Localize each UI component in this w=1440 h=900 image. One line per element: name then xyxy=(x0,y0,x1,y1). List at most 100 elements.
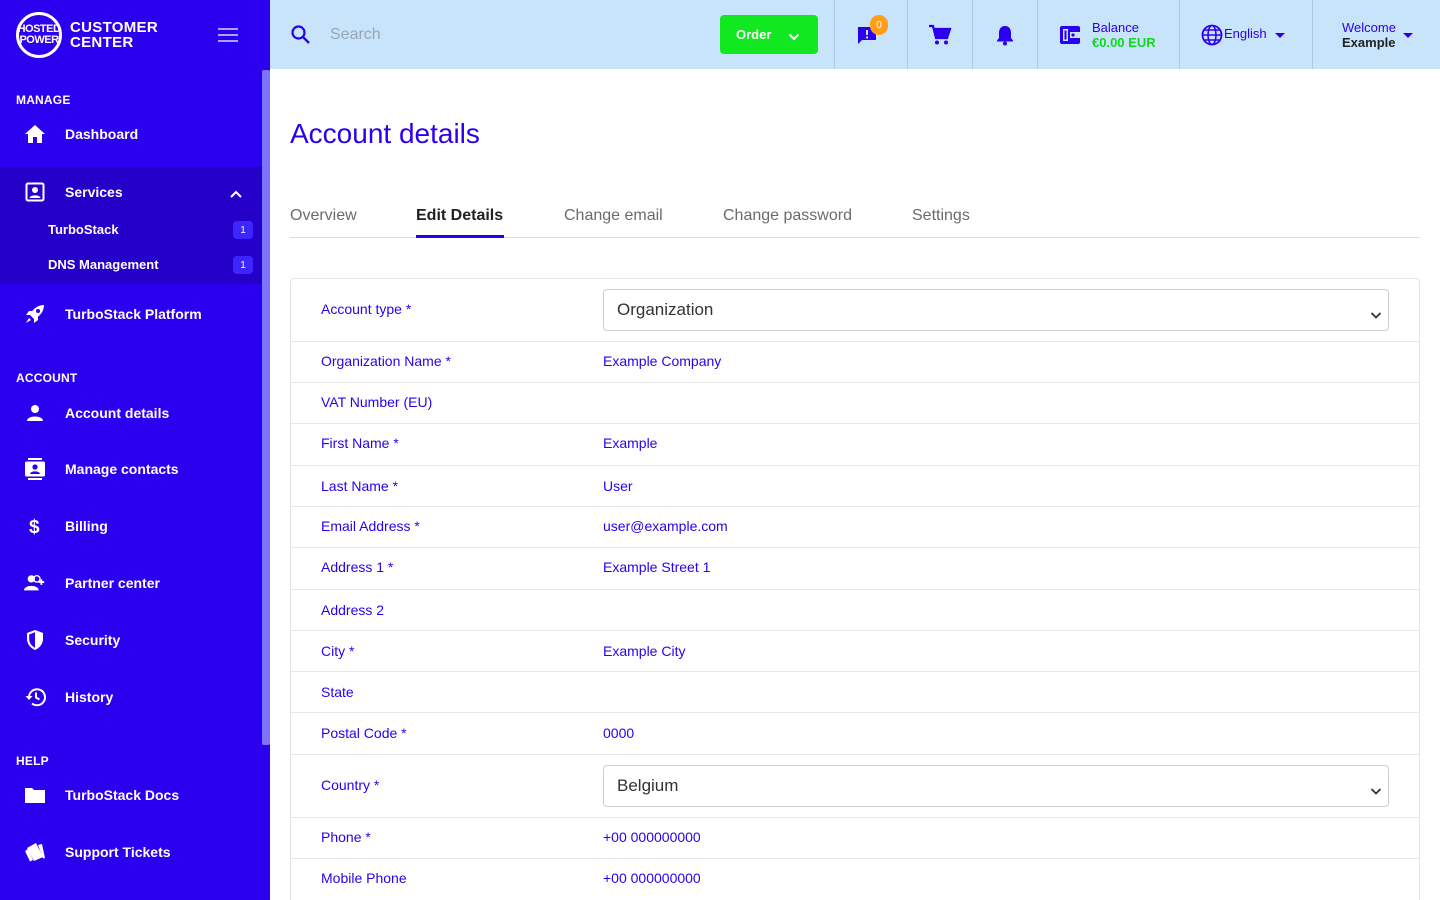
form-row-vat-number: VAT Number (EU) xyxy=(291,383,1419,424)
notifications-bell-icon[interactable] xyxy=(995,24,1015,51)
form-row-account-type: Account type * Organization xyxy=(291,279,1419,342)
tab-change-email[interactable]: Change email xyxy=(564,207,663,225)
tickets-icon xyxy=(24,841,46,863)
dollar-icon: $ xyxy=(24,515,46,537)
sidebar-subitem-label: DNS Management xyxy=(48,257,159,272)
tab-settings[interactable]: Settings xyxy=(912,207,970,225)
sidebar-item-manage-contacts[interactable]: Manage contacts xyxy=(0,444,262,494)
form-row-city: City * Example City xyxy=(291,631,1419,672)
add-person-icon xyxy=(24,572,46,594)
section-account: ACCOUNT xyxy=(16,371,78,385)
last-name-value[interactable]: User xyxy=(603,478,633,494)
contacts-icon xyxy=(24,458,46,480)
cart-icon[interactable] xyxy=(928,24,952,51)
form-row-phone: Phone * +00 000000000 xyxy=(291,818,1419,859)
sidebar-item-turbostack-docs[interactable]: TurboStack Docs xyxy=(0,770,262,820)
first-name-value[interactable]: Example xyxy=(603,435,657,451)
account-type-label: Account type * xyxy=(321,301,412,317)
section-help: HELP xyxy=(16,754,49,768)
sidebar-item-label: Billing xyxy=(65,518,108,534)
organization-name-label: Organization Name * xyxy=(321,353,451,369)
email-label: Email Address * xyxy=(321,518,420,534)
country-select[interactable]: Belgium xyxy=(603,765,1389,807)
welcome-label: Welcome xyxy=(1342,20,1396,35)
topbar-divider xyxy=(972,0,973,69)
order-button-label: Order xyxy=(736,27,772,42)
first-name-label: First Name * xyxy=(321,435,399,451)
topbar-divider xyxy=(834,0,835,69)
organization-name-value[interactable]: Example Company xyxy=(603,353,721,369)
last-name-label: Last Name * xyxy=(321,478,399,494)
brand-title: CUSTOMER CENTER xyxy=(70,20,158,50)
phone-value[interactable]: +00 000000000 xyxy=(603,829,701,845)
wallet-icon xyxy=(1059,25,1081,50)
tab-bar: Overview Edit Details Change email Chang… xyxy=(290,200,1420,238)
chevron-down-icon xyxy=(788,29,800,44)
sidebar-item-account-details[interactable]: Account details xyxy=(0,388,262,438)
mobile-phone-value[interactable]: +00 000000000 xyxy=(603,870,701,886)
messages-count-badge: 0 xyxy=(870,15,888,35)
sidebar-subitem-dns[interactable]: DNS Management 1 xyxy=(0,248,262,282)
form-row-first-name: First Name * Example xyxy=(291,424,1419,466)
sidebar-item-label: Manage contacts xyxy=(65,461,179,477)
state-label: State xyxy=(321,684,354,700)
address1-label: Address 1 * xyxy=(321,559,394,575)
sidebar-item-security[interactable]: Security xyxy=(0,615,262,665)
language-label: English xyxy=(1224,26,1267,41)
sidebar-item-label: Security xyxy=(65,632,121,648)
sidebar-item-label: TurboStack Platform xyxy=(65,306,202,322)
topbar: Order 0 Balance €0.00 EUR English Welcom… xyxy=(270,0,1440,69)
account-form: Account type * Organization Organization… xyxy=(290,278,1420,900)
address1-value[interactable]: Example Street 1 xyxy=(603,559,710,575)
services-group: Services TurboStack 1 DNS Management 1 xyxy=(0,167,262,284)
search-input[interactable] xyxy=(330,20,710,50)
svg-text:$: $ xyxy=(29,517,40,537)
count-badge: 1 xyxy=(233,256,253,274)
sidebar-subitem-label: TurboStack xyxy=(48,222,119,237)
postal-code-value[interactable]: 0000 xyxy=(603,725,634,741)
city-value[interactable]: Example City xyxy=(603,643,685,659)
sidebar-item-label: Support Tickets xyxy=(65,844,171,860)
sidebar-item-services[interactable]: Services xyxy=(0,167,262,217)
sidebar-item-turbostack-platform[interactable]: TurboStack Platform xyxy=(0,289,262,339)
sidebar-item-label: Services xyxy=(65,184,123,200)
email-value[interactable]: user@example.com xyxy=(603,518,728,534)
mobile-phone-label: Mobile Phone xyxy=(321,870,407,886)
sidebar-item-label: TurboStack Docs xyxy=(65,787,180,803)
balance-label: Balance xyxy=(1092,20,1139,35)
form-row-address1: Address 1 * Example Street 1 xyxy=(291,548,1419,590)
sidebar-item-support-tickets[interactable]: Support Tickets xyxy=(0,827,262,877)
brand-title-line2: CENTER xyxy=(70,34,134,51)
topbar-divider xyxy=(1037,0,1038,69)
caret-down-icon xyxy=(1275,33,1285,38)
person-icon xyxy=(24,402,46,424)
balance-value: €0.00 EUR xyxy=(1092,35,1156,50)
chevron-up-icon[interactable] xyxy=(229,186,243,204)
form-row-country: Country * Belgium xyxy=(291,755,1419,818)
form-row-last-name: Last Name * User xyxy=(291,466,1419,507)
sidebar-scrollbar[interactable] xyxy=(262,70,270,745)
sidebar-item-partner-center[interactable]: Partner center xyxy=(0,558,262,608)
sidebar-item-billing[interactable]: $ Billing xyxy=(0,501,262,551)
account-type-select[interactable]: Organization xyxy=(603,289,1389,331)
section-manage: MANAGE xyxy=(16,93,71,107)
country-value: Belgium xyxy=(617,776,679,795)
topbar-divider xyxy=(1312,0,1313,69)
sidebar-subitem-turbostack[interactable]: TurboStack 1 xyxy=(0,213,262,247)
brand-badge-line2: POWER xyxy=(19,34,59,46)
postal-code-label: Postal Code * xyxy=(321,725,407,741)
sidebar-item-history[interactable]: History xyxy=(0,672,262,722)
tab-edit-details[interactable]: Edit Details xyxy=(416,207,503,225)
sidebar-item-label: Account details xyxy=(65,405,170,421)
search-icon[interactable] xyxy=(290,24,312,51)
sidebar-item-dashboard[interactable]: Dashboard xyxy=(0,109,262,159)
menu-toggle-icon[interactable] xyxy=(218,28,238,42)
sidebar-item-label: History xyxy=(65,689,114,705)
form-row-organization-name: Organization Name * Example Company xyxy=(291,342,1419,383)
user-name: Example xyxy=(1342,35,1396,50)
order-button[interactable]: Order xyxy=(720,15,818,54)
sidebar: HOSTED POWER CUSTOMER CENTER MANAGE Dashb… xyxy=(0,0,270,900)
tab-change-password[interactable]: Change password xyxy=(723,207,852,225)
form-row-address2: Address 2 xyxy=(291,590,1419,631)
tab-overview[interactable]: Overview xyxy=(290,207,357,225)
